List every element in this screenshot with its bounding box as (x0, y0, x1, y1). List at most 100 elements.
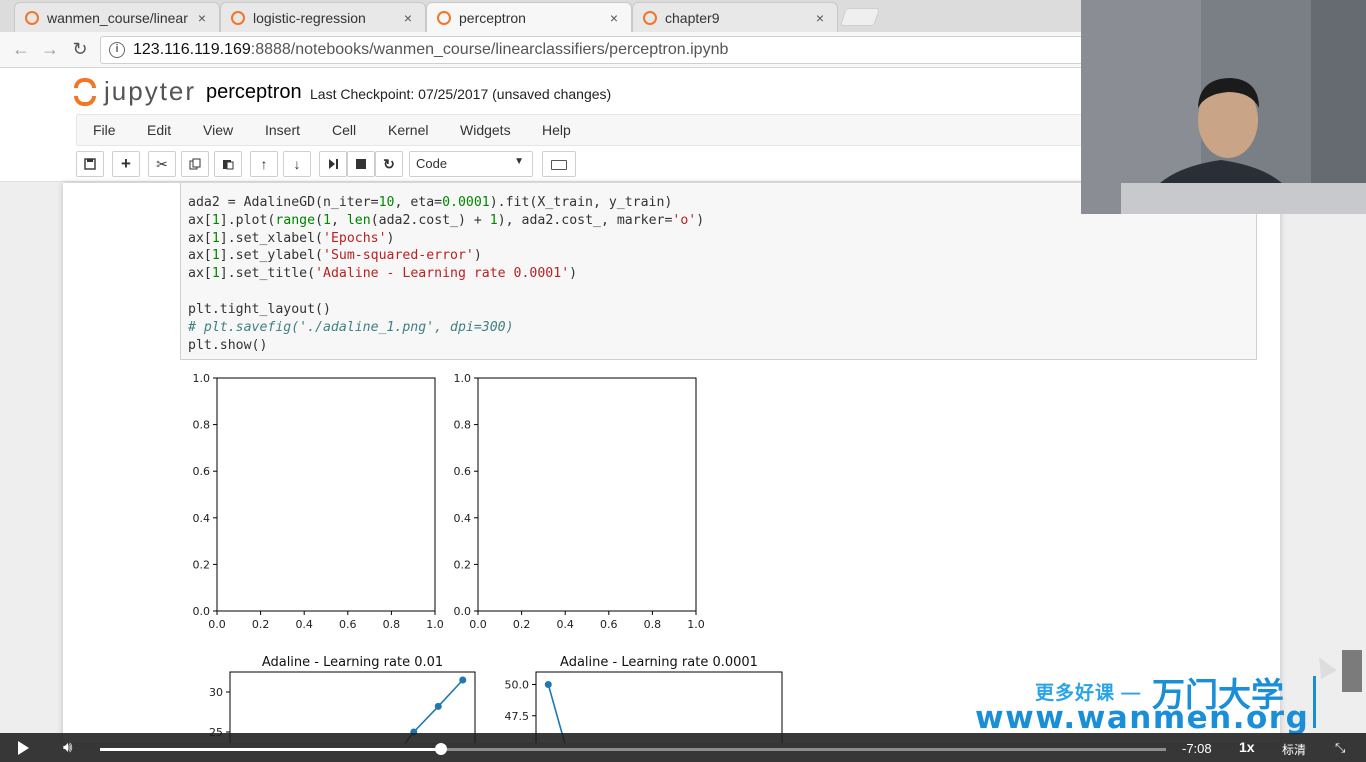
y-tick-label: 0.2 (193, 558, 211, 571)
speed-button[interactable]: 1x (1239, 739, 1255, 755)
data-point (434, 702, 442, 710)
paste-icon (223, 160, 234, 170)
chevron-down-icon: ▼ (514, 156, 524, 167)
quality-button[interactable]: 标清 (1282, 741, 1306, 758)
run-cell-button[interactable] (319, 151, 347, 177)
info-icon[interactable]: i (109, 42, 125, 58)
save-button[interactable] (76, 151, 104, 177)
jupyter-favicon-icon (25, 10, 39, 25)
url-host: 123.116.119.169 (133, 41, 251, 58)
cell-type-value: Code (416, 156, 448, 171)
restart-kernel-button[interactable]: ↻ (375, 151, 403, 177)
move-down-button[interactable]: ↓ (283, 151, 311, 177)
x-tick-label: 1.0 (687, 618, 705, 631)
menu-cell[interactable]: Cell (332, 122, 356, 138)
menu-widgets[interactable]: Widgets (460, 122, 511, 138)
tab-close-icon[interactable]: × (399, 10, 417, 26)
jupyter-favicon-icon (231, 10, 245, 25)
menu-file[interactable]: File (93, 122, 116, 138)
exit-fullscreen-icon[interactable]: ⤡ (1335, 740, 1345, 756)
progress-track[interactable] (100, 743, 1166, 755)
stop-icon (356, 159, 366, 169)
menu-kernel[interactable]: Kernel (388, 122, 428, 138)
webcam-overlay (1081, 0, 1366, 214)
y-tick-label: 1.0 (454, 372, 472, 385)
notebook-title[interactable]: perceptron (206, 81, 302, 104)
save-icon (84, 158, 96, 170)
y-tick-label: 0.6 (193, 465, 211, 478)
watermark-url: www.wanmen.org (975, 700, 1310, 736)
y-tick-label: 0.0 (193, 605, 211, 618)
cut-button[interactable]: ✂ (148, 151, 176, 177)
jupyter-logo[interactable]: jupyter (74, 76, 196, 107)
menu-help[interactable]: Help (542, 122, 571, 138)
y-tick-label: 0.4 (454, 512, 472, 525)
tab-label: perceptron (459, 9, 526, 26)
play-icon[interactable] (18, 741, 29, 755)
menu-insert[interactable]: Insert (265, 122, 300, 138)
y-tick-label: 0.0 (454, 605, 472, 618)
y-tick-label: 0.8 (454, 419, 472, 432)
command-palette-button[interactable] (542, 151, 576, 177)
presenter-image (1081, 0, 1366, 214)
y-tick-label: 30 (209, 686, 223, 699)
page-scrollbar[interactable] (1338, 183, 1366, 743)
scroll-thumb[interactable] (1342, 650, 1362, 692)
y-tick-label: 50.0 (505, 679, 530, 692)
url-field[interactable]: i 123.116.119.169:8888/notebooks/wanmen_… (100, 36, 1100, 64)
data-point (544, 681, 552, 688)
tab-perceptron[interactable]: perceptron × (426, 2, 632, 32)
menu-edit[interactable]: Edit (147, 122, 171, 138)
cell-type-select[interactable]: Code ▼ (409, 151, 533, 177)
x-tick-label: 0.8 (383, 618, 401, 631)
copy-icon (189, 158, 201, 170)
time-remaining: -7:08 (1182, 741, 1212, 756)
interrupt-kernel-button[interactable] (347, 151, 375, 177)
keyboard-icon (551, 160, 567, 170)
scissors-icon: ✂ (156, 156, 168, 172)
y-tick-label: 0.2 (454, 558, 472, 571)
copy-button[interactable] (181, 151, 209, 177)
arrow-down-icon: ↓ (293, 156, 301, 172)
reload-icon[interactable]: ↻ (69, 38, 91, 60)
notebook-container: ada2 = AdalineGD(n_iter=10, eta=0.0001).… (63, 183, 1280, 743)
x-tick-label: 0.4 (295, 618, 313, 631)
new-tab-button[interactable] (840, 8, 880, 26)
tab-wanmen-course[interactable]: wanmen_course/linear × (14, 2, 220, 32)
y-tick-label: 0.8 (193, 419, 211, 432)
y-tick-label: 0.6 (454, 465, 472, 478)
tab-close-icon[interactable]: × (811, 10, 829, 26)
tab-close-icon[interactable]: × (193, 10, 211, 26)
axes-frame (216, 377, 436, 612)
y-tick-label: 1.0 (193, 372, 211, 385)
chart-title: Adaline - Learning rate 0.0001 (560, 655, 758, 670)
tab-logistic-regression[interactable]: logistic-regression × (220, 2, 426, 32)
volume-icon[interactable]: 🔊︎ (63, 739, 72, 756)
forward-arrow-icon[interactable]: → (39, 38, 61, 60)
back-arrow-icon[interactable]: ← (10, 38, 32, 60)
step-forward-icon (329, 159, 338, 169)
video-player-controls: 🔊︎ -7:08 1x 标清 ⤡ (0, 733, 1366, 762)
arrow-up-icon: ↑ (260, 156, 268, 172)
x-tick-label: 1.0 (426, 618, 444, 631)
tab-close-icon[interactable]: × (605, 10, 623, 26)
progress-fill (100, 748, 442, 751)
y-tick-label: 47.5 (505, 710, 530, 723)
x-tick-label: 0.0 (208, 618, 226, 631)
plot-output: 0.0 0.2 0.4 0.6 0.8 1.0 0.0 0.2 0.4 0.6 0.8 1.0 0.0 0… (193, 372, 783, 743)
progress-knob[interactable] (435, 743, 448, 755)
watermark-bar (1313, 676, 1316, 728)
paste-button[interactable] (214, 151, 242, 177)
tab-label: logistic-regression (253, 9, 366, 26)
jupyter-favicon-icon (643, 10, 657, 25)
logo-text: jupyter (104, 76, 197, 106)
checkpoint-status: Last Checkpoint: 07/25/2017 (unsaved cha… (310, 86, 612, 102)
move-up-button[interactable]: ↑ (250, 151, 278, 177)
url-path: :8888/notebooks/wanmen_course/linearclas… (250, 41, 729, 58)
x-tick-label: 0.6 (600, 618, 618, 631)
tab-chapter9[interactable]: chapter9 × (632, 2, 838, 32)
add-cell-button[interactable]: + (112, 151, 140, 177)
menu-view[interactable]: View (203, 122, 233, 138)
data-point (459, 676, 467, 684)
x-tick-label: 0.4 (556, 618, 574, 631)
